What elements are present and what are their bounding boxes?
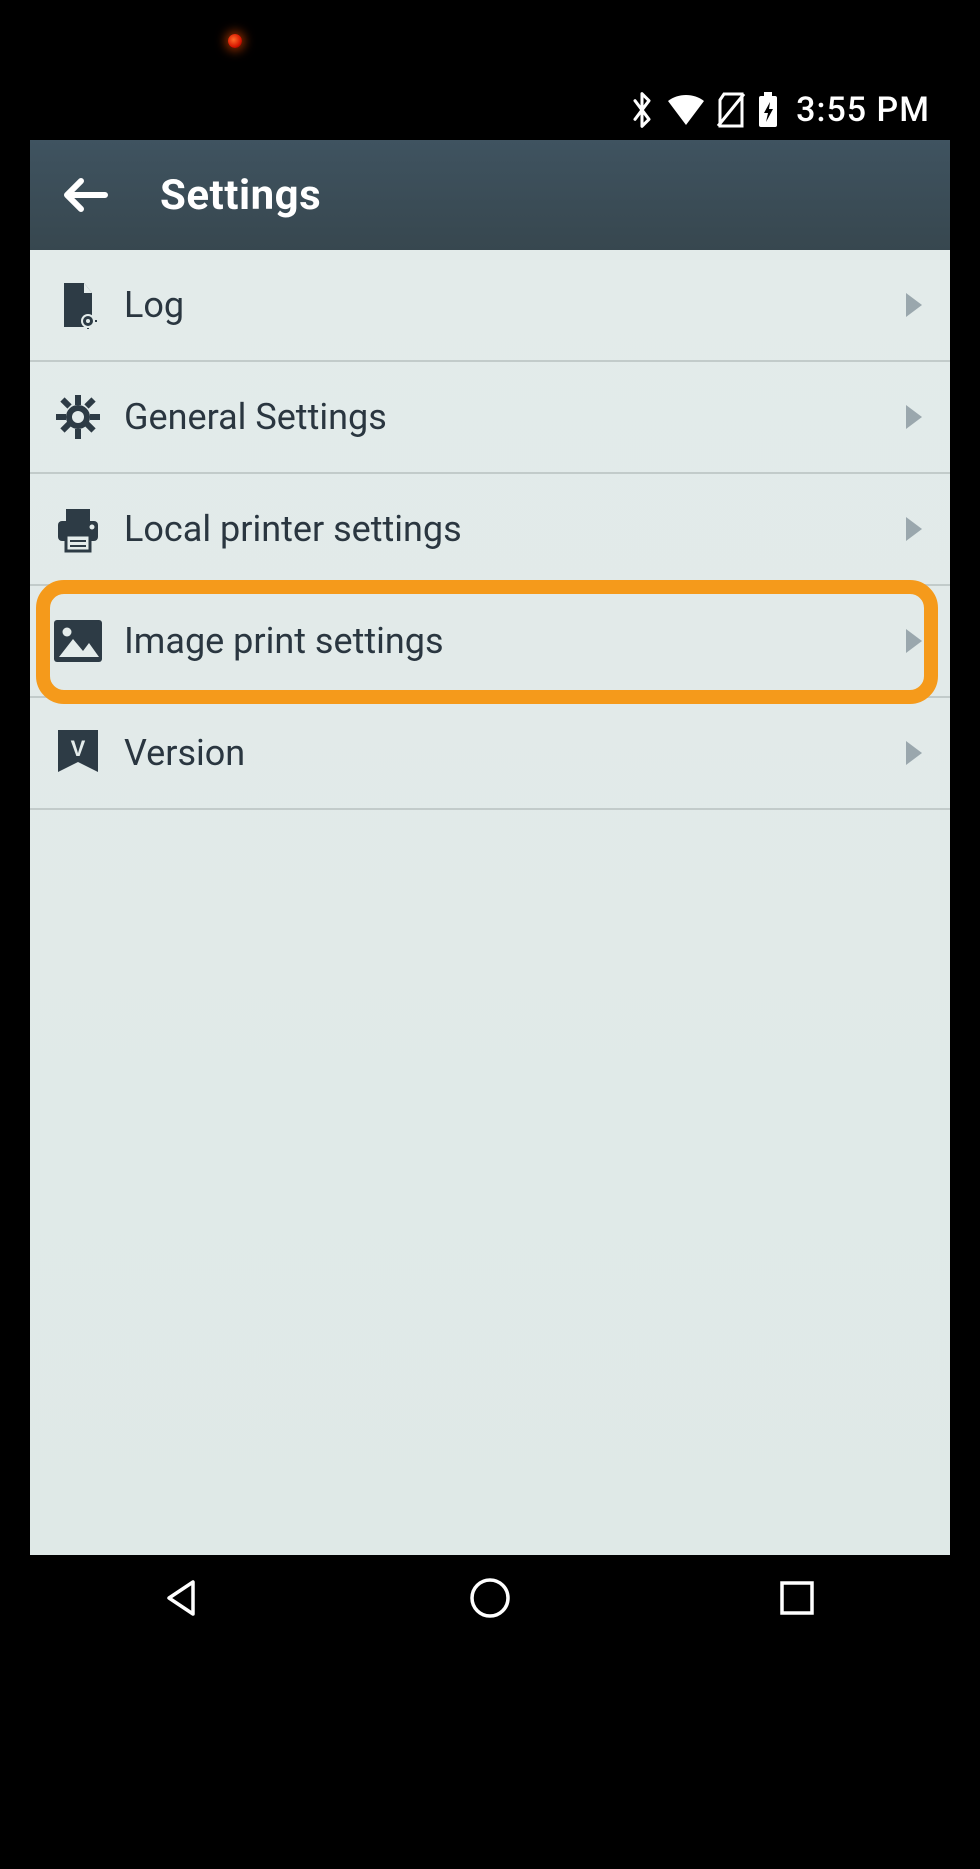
settings-item-image-print[interactable]: Image print settings: [30, 586, 950, 698]
square-recent-icon: [777, 1578, 817, 1618]
nav-recent-button[interactable]: [742, 1563, 852, 1633]
chevron-right-icon: [906, 517, 922, 541]
gear-icon: [52, 391, 104, 443]
file-gear-icon: [52, 279, 104, 331]
wifi-icon: [666, 93, 706, 127]
battery-charging-icon: [756, 91, 780, 129]
settings-item-label: Log: [124, 284, 184, 326]
circle-home-icon: [467, 1575, 513, 1621]
settings-item-general[interactable]: General Settings: [30, 362, 950, 474]
no-sim-icon: [716, 92, 746, 128]
printer-icon: [52, 503, 104, 555]
arrow-left-icon: [59, 169, 111, 221]
settings-item-local-printer[interactable]: Local printer settings: [30, 474, 950, 586]
settings-item-version[interactable]: V Version: [30, 698, 950, 810]
android-nav-bar: [30, 1555, 950, 1641]
image-icon: [52, 615, 104, 667]
app-bar: Settings: [30, 140, 950, 250]
status-bar: 3:55 PM: [30, 80, 950, 140]
version-badge-icon: V: [52, 727, 104, 779]
settings-item-label: General Settings: [124, 396, 387, 438]
chevron-right-icon: [906, 741, 922, 765]
triangle-back-icon: [161, 1576, 205, 1620]
page-title: Settings: [160, 171, 321, 220]
back-button[interactable]: [50, 160, 120, 230]
settings-list: Log General Settings: [30, 250, 950, 1555]
svg-text:V: V: [71, 736, 86, 761]
settings-item-log[interactable]: Log: [30, 250, 950, 362]
settings-item-label: Image print settings: [124, 620, 444, 662]
settings-item-label: Version: [124, 732, 245, 774]
camera-led: [228, 34, 242, 48]
chevron-right-icon: [906, 293, 922, 317]
device-screen: 3:55 PM Settings: [30, 80, 950, 1555]
nav-back-button[interactable]: [128, 1563, 238, 1633]
settings-item-label: Local printer settings: [124, 508, 462, 550]
status-time: 3:55 PM: [796, 90, 930, 130]
bluetooth-icon: [628, 91, 656, 129]
nav-home-button[interactable]: [435, 1563, 545, 1633]
chevron-right-icon: [906, 405, 922, 429]
chevron-right-icon: [906, 629, 922, 653]
